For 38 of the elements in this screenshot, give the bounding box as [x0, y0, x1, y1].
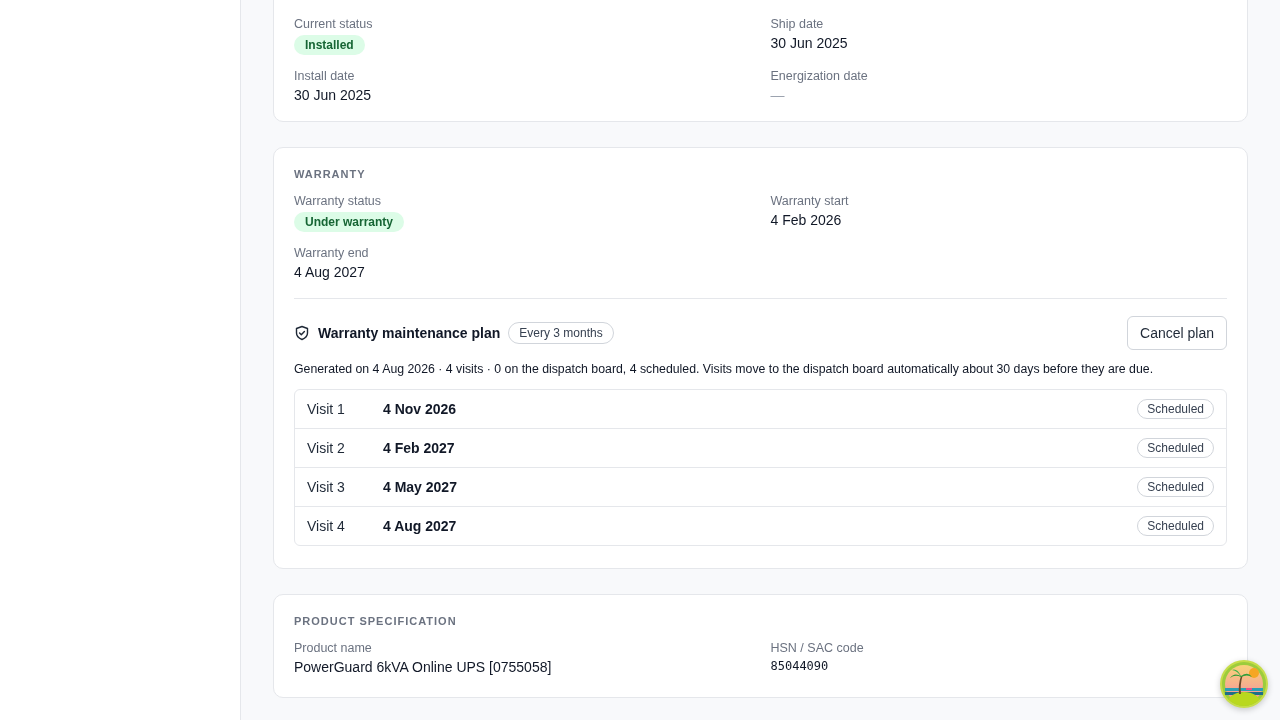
assistant-button[interactable]	[1220, 660, 1268, 708]
visit-name: Visit 1	[307, 401, 346, 417]
field-value: 30 Jun 2025	[294, 87, 372, 103]
field-label: Product name	[294, 641, 372, 655]
section-title: PRODUCT SPECIFICATION	[294, 615, 458, 627]
field-value: PowerGuard 6kVA Online UPS [0755058]	[294, 659, 552, 675]
field-value: 30 Jun 2025	[770, 35, 848, 51]
visit-date: 4 May 2027	[383, 479, 458, 495]
status-badge: Scheduled	[1137, 477, 1214, 497]
plan-title: Warranty maintenance plan	[318, 325, 501, 341]
field-label: HSN / SAC code	[770, 641, 864, 655]
status-badge: Scheduled	[1137, 516, 1214, 536]
field-label: Energization date	[770, 69, 868, 83]
field-value: 4 Feb 2026	[770, 212, 842, 228]
status-badge: Scheduled	[1137, 438, 1214, 458]
field-value: 85044090	[770, 659, 829, 673]
cancel-plan-button[interactable]: Cancel plan	[1127, 316, 1227, 350]
plan-description: Generated on 4 Aug 2026 · 4 visits · 0 on the dispatch board, 4 scheduled. Visits move to the dispatch board automatically about 30 days before they are due.	[294, 362, 1155, 376]
frequency-badge: Every 3 months	[508, 322, 614, 344]
status-badge: Under warranty	[294, 212, 405, 232]
field-value: —	[770, 87, 785, 103]
field-label: Ship date	[770, 17, 824, 31]
visit-date: 4 Feb 2027	[383, 440, 456, 456]
visit-date: 4 Aug 2027	[383, 518, 458, 534]
visit-date: 4 Nov 2026	[383, 401, 458, 417]
shield-check-icon	[294, 325, 310, 341]
visit-name: Visit 3	[307, 479, 346, 495]
field-label: Warranty status	[294, 194, 382, 208]
visit-name: Visit 2	[307, 440, 346, 456]
status-badge: Scheduled	[1137, 399, 1214, 419]
field-value: 4 Aug 2027	[294, 264, 365, 280]
field-label: Warranty start	[770, 194, 849, 208]
section-title: WARRANTY	[294, 168, 367, 180]
field-label: Warranty end	[294, 246, 369, 260]
field-label: Current status	[294, 17, 373, 31]
status-badge: Installed	[294, 35, 365, 55]
visit-name: Visit 4	[307, 518, 346, 534]
field-label: Install date	[294, 69, 355, 83]
